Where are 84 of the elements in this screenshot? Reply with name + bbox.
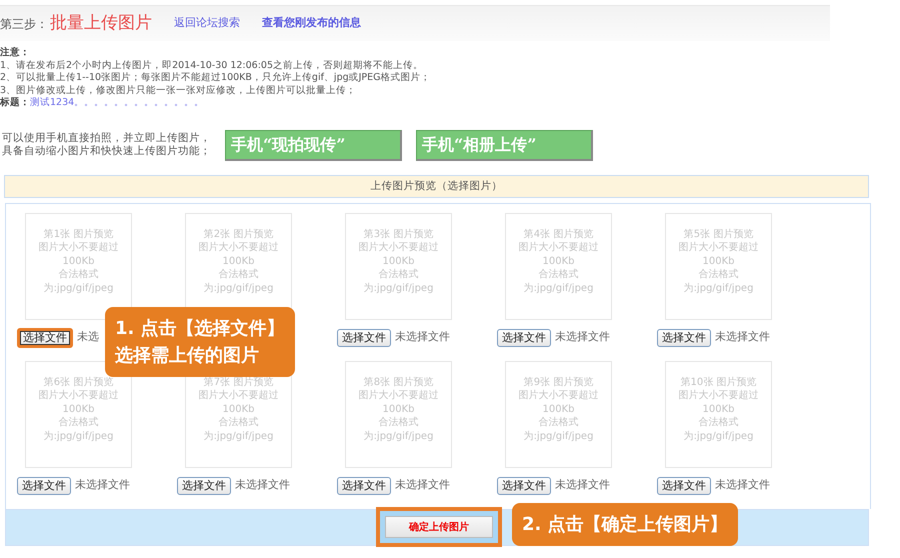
choose-file-button[interactable]: 选择文件 [657,476,711,494]
choose-file-button[interactable]: 选择文件 [497,476,551,494]
preview-text: 第8张 图片预览 [362,376,434,390]
preview-text: 合法格式 [378,268,420,282]
preview-text: 合法格式 [538,268,580,282]
preview-text: 为:jpg/gif/jpeg [682,430,754,444]
notice-heading: 注意： [0,47,31,60]
file-status: 未选择文件 [555,477,610,494]
title-value: 测试1234。。。。。。。。。。。。。 [30,97,204,108]
preview-text: 第10张 图片预览 [680,376,758,390]
preview-text: 合法格式 [58,416,100,430]
choose-file-button[interactable]: 选择文件 [17,476,71,494]
preview-text: 100Kb [702,402,736,416]
preview-text: 图片大小不要超过 [38,389,120,403]
tooltip-text: 1. 点击【选择文件】 [115,318,285,339]
choose-file-button[interactable]: 选择文件 [657,328,711,346]
preview-text: 100Kb [62,254,96,268]
notice-line: 2、可以批量上传1--10张图片；每张图片不能超过100KB，只允许上传gif、jpg或JPEG格式图片； [0,72,431,83]
tooltip-text: 选择需上传的图片 [115,345,259,366]
preview-text: 为:jpg/gif/jpeg [42,282,114,296]
preview-text: 为:jpg/gif/jpeg [522,282,594,296]
preview-text: 第9张 图片预览 [522,376,594,390]
file-status: 未选择文件 [715,477,770,494]
preview-text: 图片大小不要超过 [518,241,600,255]
preview-text: 第6张 图片预览 [42,376,114,390]
confirm-upload-button[interactable]: 确定上传图片 [376,507,502,547]
choose-file-button[interactable]: 选择文件 [177,476,231,494]
tooltip-text: 2. 点击【确定上传图片】 [522,514,728,535]
preview-text: 100Kb [382,254,416,268]
preview-text: 100Kb [382,402,416,416]
preview-text: 100Kb [542,254,576,268]
page-title: 批量上传图片 [50,12,152,35]
preview-text: 第5张 图片预览 [682,228,754,242]
choose-file-button[interactable]: 选择文件 [337,328,391,346]
preview-text: 为:jpg/gif/jpeg [682,282,754,296]
preview-text: 合法格式 [698,268,740,282]
preview-text: 第3张 图片预览 [362,228,434,242]
preview-text: 100Kb [62,402,96,416]
preview-text: 图片大小不要超过 [678,389,760,403]
file-status: 未选择文件 [555,329,610,346]
preview-text: 100Kb [542,402,576,416]
preview-text: 图片大小不要超过 [38,241,120,255]
preview-text: 第2张 图片预览 [202,228,274,242]
preview-text: 合法格式 [378,416,420,430]
preview-text: 图片大小不要超过 [678,241,760,255]
notice-line: 1、请在发布后2个小时内上传图片，即2014-10-30 12:06:05之前上传，否则超期将不能上传。 [0,60,423,70]
preview-header: 上传图片预览（选择图片） [4,174,869,198]
preview-text: 100Kb [222,254,256,268]
preview-text: 第7张 图片预览 [202,376,274,390]
title-label: 标题： [0,97,30,108]
preview-text: 图片大小不要超过 [518,389,600,403]
header-link[interactable]: 查看您刚发布的信息 [262,15,361,32]
preview-text: 第1张 图片预览 [42,228,114,242]
preview-text: 100Kb [702,254,736,268]
preview-text: 为:jpg/gif/jpeg [42,430,114,444]
file-status: 未选择文件 [715,329,770,346]
file-status: 未选择文件 [395,329,450,346]
step-label: 第三步： [0,16,48,32]
preview-text: 为:jpg/gif/jpeg [202,282,274,296]
preview-text: 图片大小不要超过 [198,241,280,255]
preview-text: 为:jpg/gif/jpeg [522,430,594,444]
header-link[interactable]: 返回论坛搜索 [174,15,240,32]
preview-text: 图片大小不要超过 [358,389,440,403]
preview-text: 为:jpg/gif/jpeg [202,430,274,444]
preview-text: 合法格式 [538,416,580,430]
preview-text: 为:jpg/gif/jpeg [362,282,434,296]
preview-text: 第4张 图片预览 [522,228,594,242]
file-status: 未选择文件 [75,477,130,494]
preview-text: 图片大小不要超过 [358,241,440,255]
preview-text: 合法格式 [218,268,260,282]
preview-text: 为:jpg/gif/jpeg [362,430,434,444]
preview-text: 合法格式 [698,416,740,430]
choose-file-button[interactable]: 选择文件 [337,476,391,494]
notice-line: 3、图片修改或上传，修改图片只能一张一张对应修改，上传图片可以批量上传； [0,84,356,96]
preview-text: 合法格式 [218,416,260,430]
file-status: 未选择文件 [395,477,450,494]
phone-upload-text: 可以使用手机直接拍照，并立即上传图片，具备自动缩小图片和快快速上传图片功能； [2,132,212,158]
choose-file-button[interactable]: 选择文件 [497,328,551,346]
choose-file-button[interactable]: 选择文件 [17,328,73,348]
file-status: 未选 [77,329,99,346]
preview-text: 100Kb [222,402,256,416]
file-status: 未选择文件 [235,477,290,494]
preview-text: 图片大小不要超过 [198,389,280,403]
preview-text: 合法格式 [58,268,100,282]
